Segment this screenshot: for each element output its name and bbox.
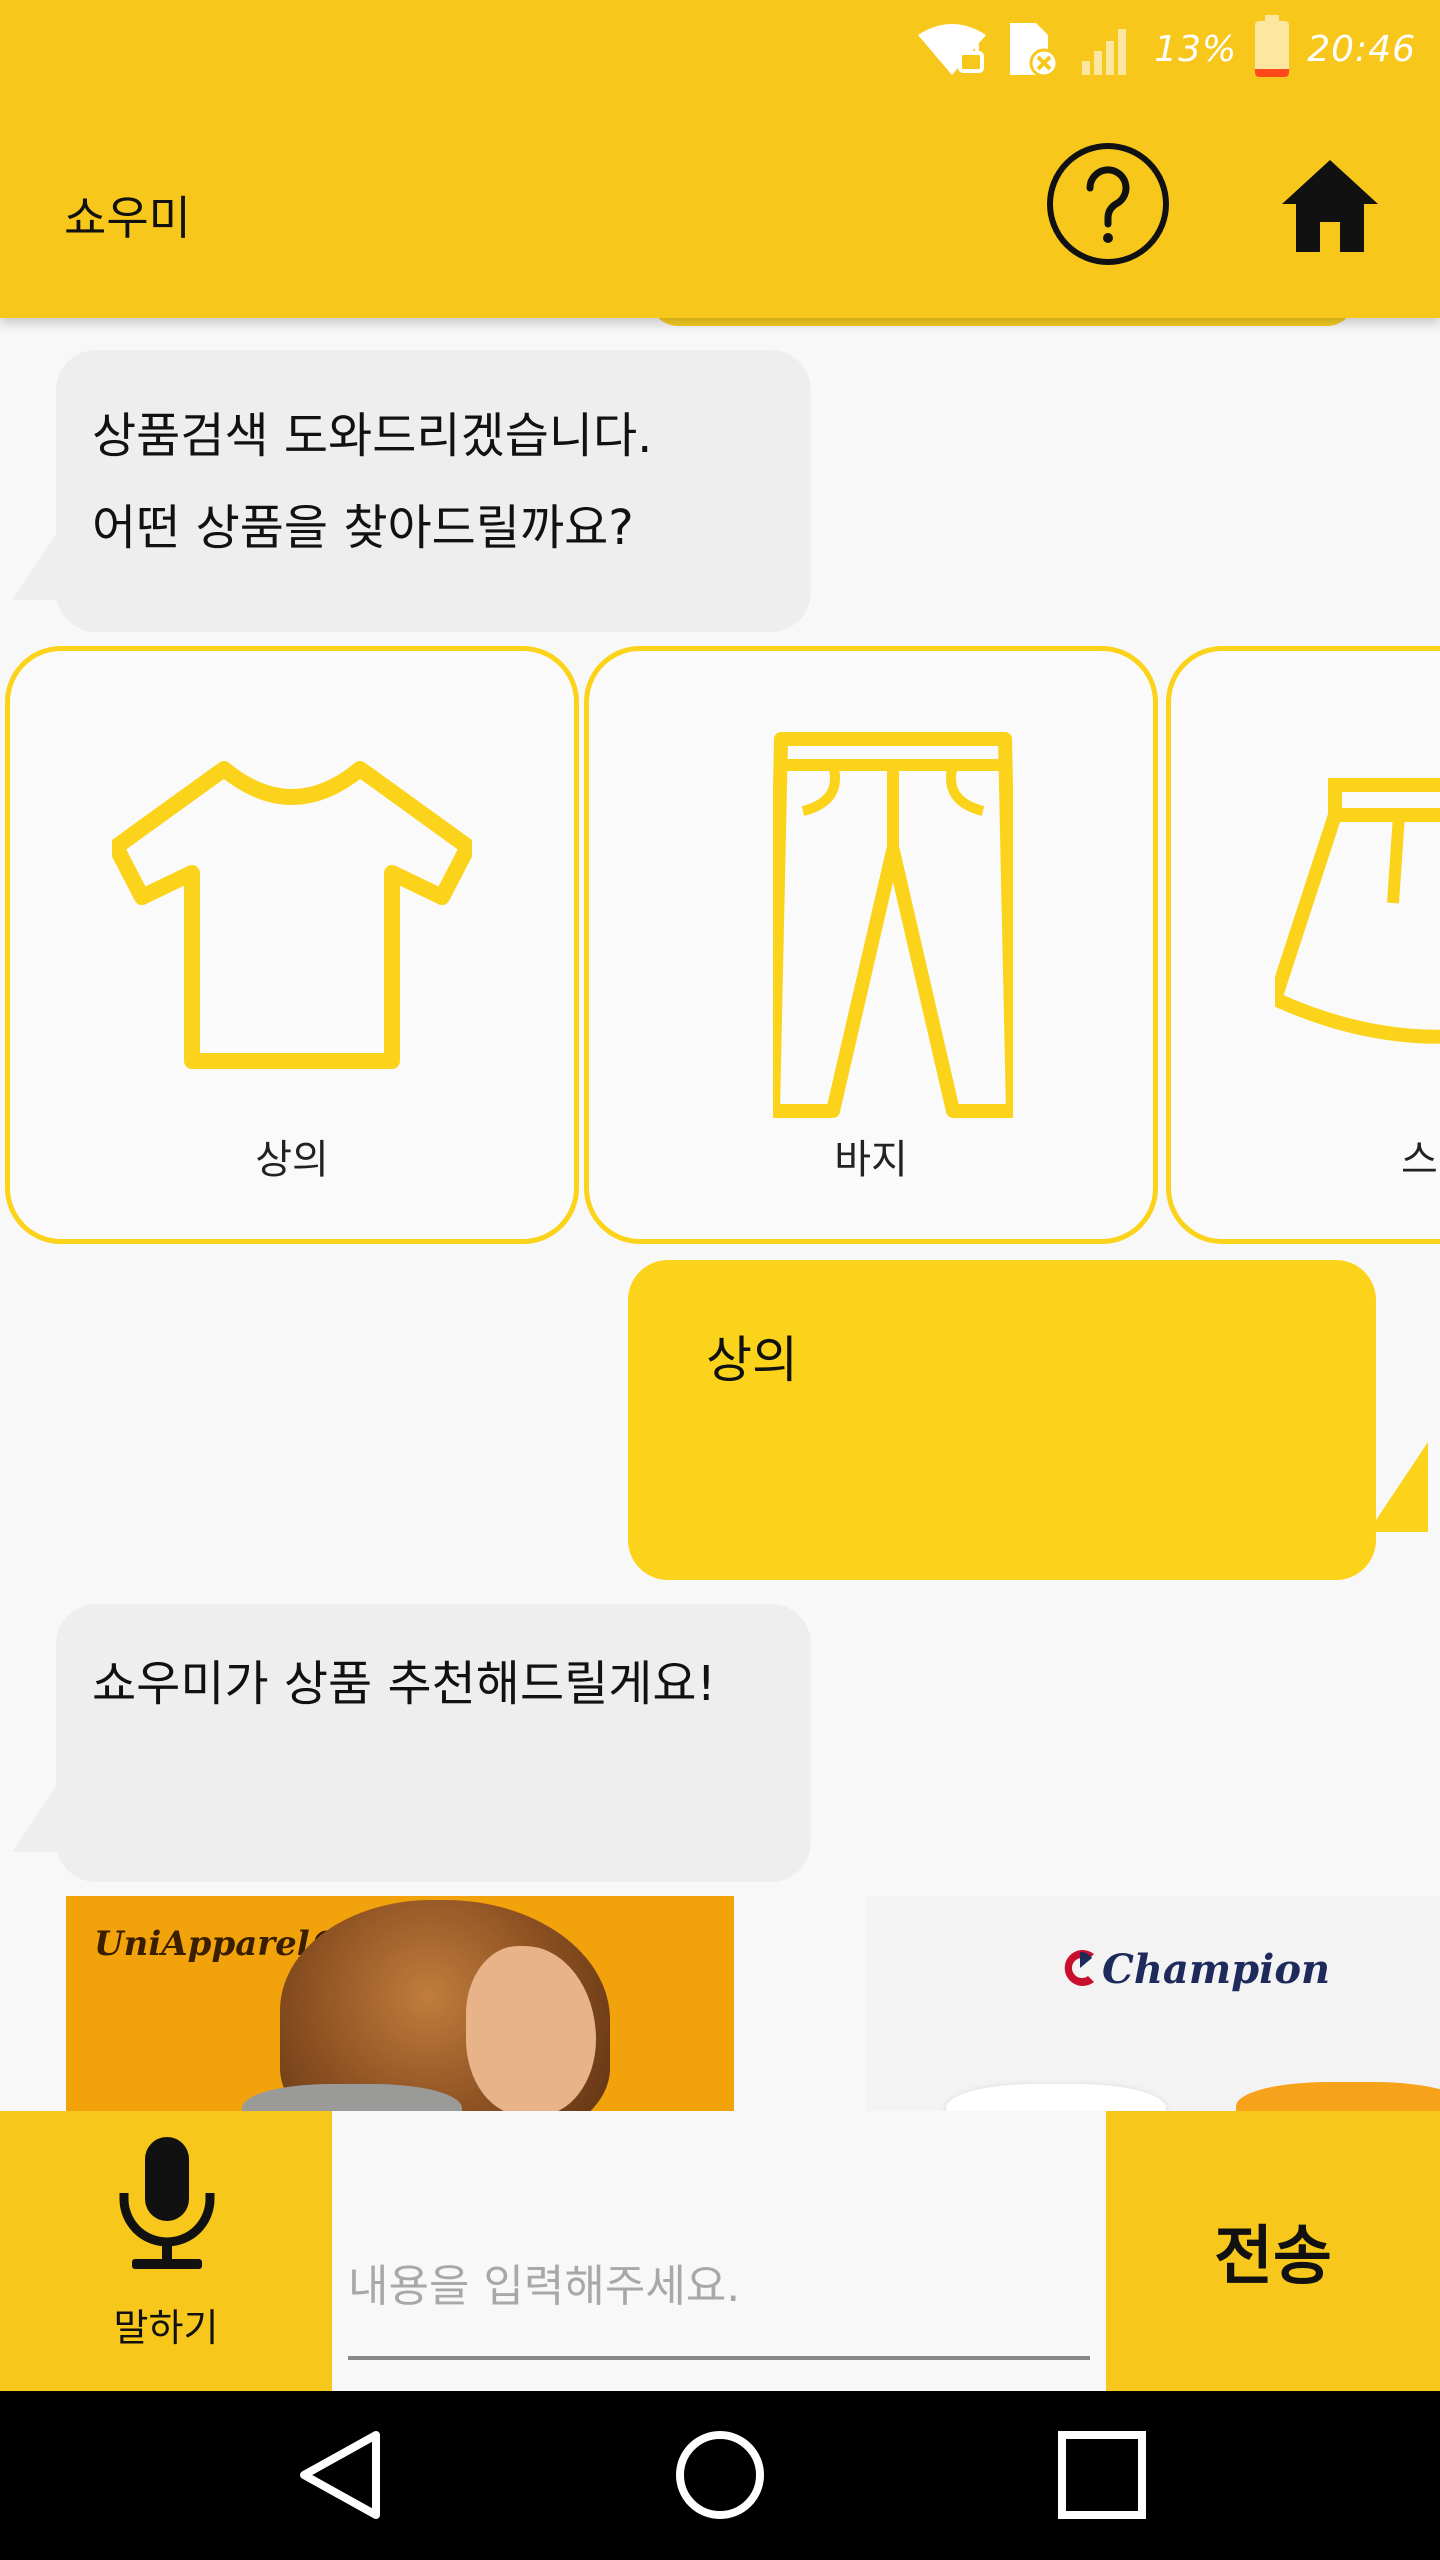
- skirt-icon: [1275, 778, 1440, 1044]
- category-card-skirt[interactable]: 스: [1166, 646, 1440, 1244]
- category-card-top[interactable]: 상의: [5, 646, 579, 1244]
- clock: 20:46: [1307, 28, 1416, 70]
- wifi-locked-icon: [918, 24, 987, 75]
- bot-message: 쇼우미가 상품 추천해드릴게요!: [12, 1604, 811, 1882]
- system-nav-bar: [0, 2391, 1440, 2560]
- tshirt-icon: [112, 761, 472, 1069]
- battery-icon: [1255, 15, 1290, 77]
- sim-error-icon: [1010, 23, 1059, 78]
- category-label: 상의: [255, 1137, 329, 1183]
- pants-icon: [773, 732, 1013, 1118]
- question-circle-icon[interactable]: [1046, 142, 1170, 266]
- message-composer: 말하기 전송: [0, 2111, 1440, 2391]
- user-message: 상의: [628, 1260, 1428, 1580]
- message-line: 어떤 상품을 찾아드릴까요?: [92, 500, 634, 556]
- home-circle-icon[interactable]: [674, 2429, 766, 2521]
- home-icon[interactable]: [1280, 158, 1380, 254]
- category-label: 스: [1401, 1137, 1438, 1183]
- battery-percent: 13%: [1154, 28, 1238, 70]
- microphone-icon: [119, 2137, 215, 2269]
- back-icon[interactable]: [296, 2429, 386, 2521]
- page-title: 쇼우미: [64, 191, 191, 245]
- app-header: 13% 20:46 쇼우미: [0, 0, 1440, 318]
- signal-icon: [1082, 29, 1127, 75]
- orange-shirt-image: [1236, 2082, 1440, 2111]
- product-card[interactable]: Champion: [866, 1896, 1440, 2111]
- champion-c-logo-icon: [1064, 1950, 1094, 1986]
- bubble-tail: [1368, 1442, 1428, 1532]
- brand-logo: Champion: [1102, 1946, 1331, 1993]
- message-text: 상의: [706, 1331, 798, 1389]
- status-bar: 13% 20:46: [916, 14, 1416, 84]
- category-card-pants[interactable]: 바지: [584, 646, 1158, 1244]
- message-line: 상품검색 도와드리겠습니다.: [92, 408, 653, 464]
- bubble-tail: [12, 510, 72, 600]
- voice-input-label: 말하기: [113, 2306, 219, 2350]
- send-button[interactable]: 전송: [1106, 2111, 1440, 2391]
- message-input[interactable]: [348, 2216, 1090, 2360]
- voice-input-button[interactable]: 말하기: [0, 2111, 332, 2391]
- category-label: 바지: [834, 1137, 908, 1183]
- send-label: 전송: [1214, 2220, 1332, 2294]
- product-card[interactable]: UniApparel®: [66, 1896, 734, 2111]
- recents-icon[interactable]: [1056, 2429, 1148, 2521]
- white-shirt-image: [946, 2084, 1166, 2111]
- message-line: 쇼우미가 상품 추천해드릴게요!: [92, 1656, 716, 1712]
- bot-message: 상품검색 도와드리겠습니다. 어떤 상품을 찾아드릴까요?: [12, 350, 811, 632]
- bubble-tail: [12, 1762, 72, 1852]
